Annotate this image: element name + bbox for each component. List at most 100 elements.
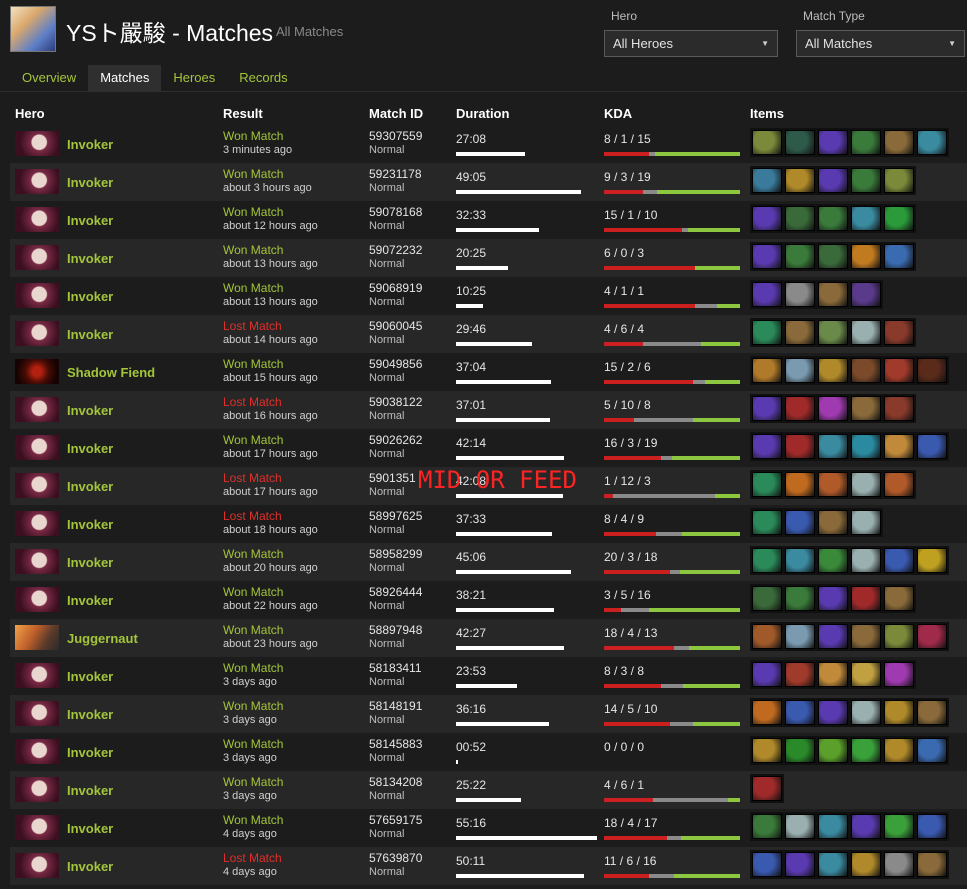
match-result-link[interactable]: Won Match [223,547,283,561]
match-id-link[interactable]: 59060045 [369,319,422,333]
item-icon[interactable] [785,396,815,421]
item-icon[interactable] [818,130,848,155]
hero-name-link[interactable]: Invoker [67,213,113,228]
match-result-link[interactable]: Won Match [223,585,283,599]
item-icon[interactable] [818,624,848,649]
table-row[interactable]: Invoker Lost Match about 14 hours ago 59060… [10,315,967,353]
item-icon[interactable] [752,244,782,269]
table-row[interactable]: Invoker Won Match 3 minutes ago 59307559 Nor… [10,125,967,163]
hero-name-link[interactable]: Invoker [67,517,113,532]
item-icon[interactable] [851,358,881,383]
table-row[interactable]: Invoker Won Match 3 days ago 58134208 Normal… [10,771,967,809]
tab-heroes[interactable]: Heroes [161,65,227,91]
item-icon[interactable] [818,510,848,535]
item-icon[interactable] [785,472,815,497]
item-icon[interactable] [917,434,947,459]
invoker-portrait[interactable] [15,587,59,612]
table-row[interactable]: Invoker Won Match about 20 hours ago 589582… [10,543,967,581]
item-icon[interactable] [818,434,848,459]
hero-name-link[interactable]: Invoker [67,745,113,760]
item-icon[interactable] [752,510,782,535]
item-icon[interactable] [785,662,815,687]
hero-name-link[interactable]: Invoker [67,859,113,874]
item-icon[interactable] [785,586,815,611]
match-result-link[interactable]: Lost Match [223,319,282,333]
hero-name-link[interactable]: Invoker [67,479,113,494]
item-icon[interactable] [752,814,782,839]
table-row[interactable]: Invoker Won Match 3 days ago 58148191 Normal… [10,695,967,733]
item-icon[interactable] [851,548,881,573]
match-result-link[interactable]: Won Match [223,129,283,143]
item-icon[interactable] [917,624,947,649]
invoker-portrait[interactable] [15,815,59,840]
table-row[interactable]: Shadow Fiend Won Match about 15 hours ago 5… [10,353,967,391]
item-icon[interactable] [851,244,881,269]
match-id-link[interactable]: 59307559 [369,129,422,143]
item-icon[interactable] [785,130,815,155]
hero-name-link[interactable]: Invoker [67,289,113,304]
match-id-link[interactable]: 58958299 [369,547,422,561]
item-icon[interactable] [851,434,881,459]
item-icon[interactable] [752,168,782,193]
hero-name-link[interactable]: Invoker [67,669,113,684]
match-result-link[interactable]: Won Match [223,433,283,447]
item-icon[interactable] [785,358,815,383]
table-row[interactable]: Invoker Lost Match about 18 hours ago 58997… [10,505,967,543]
hero-name-link[interactable]: Invoker [67,555,113,570]
item-icon[interactable] [752,282,782,307]
item-icon[interactable] [851,852,881,877]
item-icon[interactable] [818,700,848,725]
item-icon[interactable] [884,738,914,763]
item-icon[interactable] [851,206,881,231]
item-icon[interactable] [884,852,914,877]
item-icon[interactable] [884,700,914,725]
item-icon[interactable] [851,320,881,345]
invoker-portrait[interactable] [15,435,59,460]
tab-matches[interactable]: Matches [88,65,162,91]
match-result-link[interactable]: Lost Match [223,395,282,409]
match-id-link[interactable]: 59078168 [369,205,422,219]
table-row[interactable]: Invoker Won Match about 17 hours ago 590262… [10,429,967,467]
table-row[interactable]: Invoker Won Match about 3 hours ago 5923117… [10,163,967,201]
item-icon[interactable] [818,168,848,193]
item-icon[interactable] [917,738,947,763]
match-result-link[interactable]: Won Match [223,775,283,789]
item-icon[interactable] [851,586,881,611]
item-icon[interactable] [851,738,881,763]
match-result-link[interactable]: Won Match [223,281,283,295]
match-id-link[interactable]: 57639870 [369,851,422,865]
item-icon[interactable] [818,662,848,687]
item-icon[interactable] [785,168,815,193]
invoker-portrait[interactable] [15,245,59,270]
item-icon[interactable] [851,700,881,725]
match-result-link[interactable]: Won Match [223,699,283,713]
player-avatar[interactable] [10,6,56,52]
match-id-link[interactable]: 58183411 [369,661,422,675]
item-icon[interactable] [752,662,782,687]
item-icon[interactable] [752,206,782,231]
item-icon[interactable] [818,282,848,307]
match-id-link[interactable]: 58926444 [369,585,422,599]
match-id-link[interactable]: 59068919 [369,281,422,295]
match-result-link[interactable]: Won Match [223,813,283,827]
item-icon[interactable] [884,168,914,193]
match-result-link[interactable]: Lost Match [223,471,282,485]
invoker-portrait[interactable] [15,321,59,346]
item-icon[interactable] [884,662,914,687]
item-icon[interactable] [818,358,848,383]
item-icon[interactable] [752,434,782,459]
item-icon[interactable] [785,700,815,725]
item-icon[interactable] [851,282,881,307]
match-id-link[interactable]: 59231178 [369,167,422,181]
item-icon[interactable] [851,130,881,155]
invoker-portrait[interactable] [15,283,59,308]
item-icon[interactable] [752,776,782,801]
shadow-fiend-portrait[interactable] [15,359,59,384]
match-result-link[interactable]: Lost Match [223,509,282,523]
item-icon[interactable] [851,814,881,839]
hero-name-link[interactable]: Invoker [67,441,113,456]
match-id-link[interactable]: 58148191 [369,699,422,713]
match-result-link[interactable]: Won Match [223,737,283,751]
hero-name-link[interactable]: Invoker [67,707,113,722]
item-icon[interactable] [818,852,848,877]
